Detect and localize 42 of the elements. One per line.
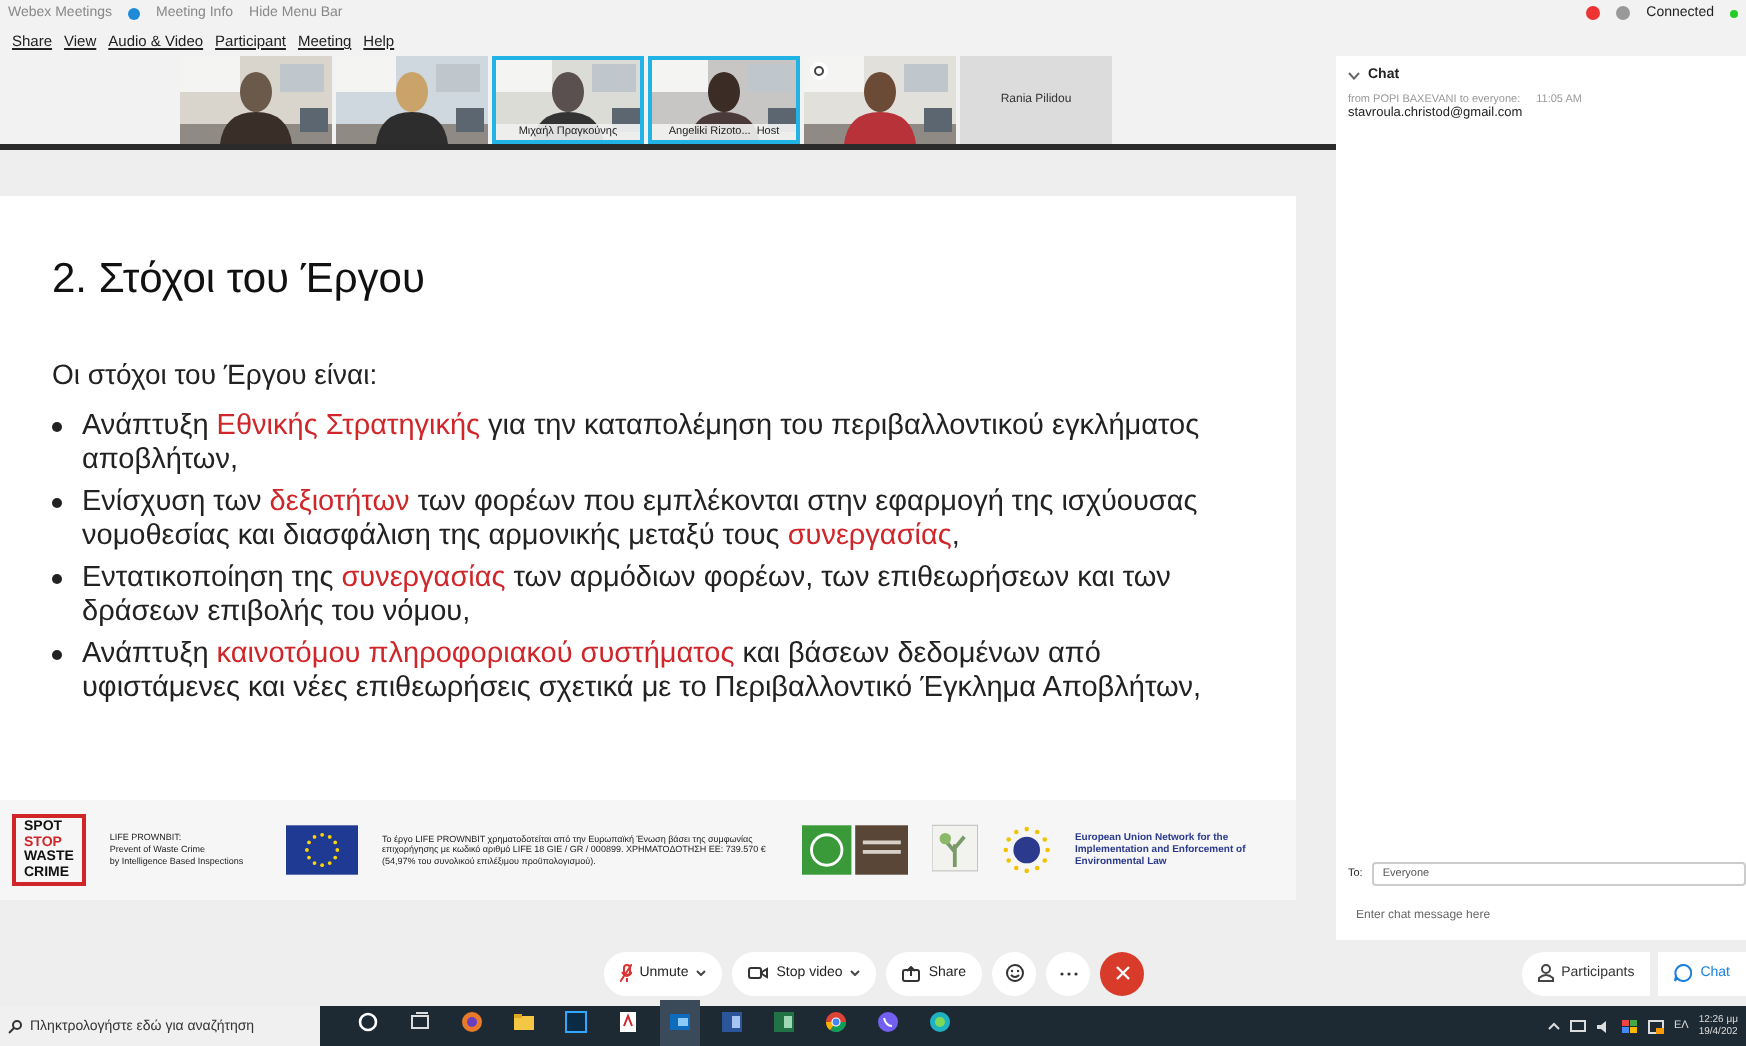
- folder-icon[interactable]: [512, 1010, 536, 1034]
- browser-icon[interactable]: [824, 1010, 848, 1034]
- speaker-icon[interactable]: [1595, 1019, 1612, 1033]
- camera-icon: [748, 966, 769, 980]
- bullet-text: Ανάπτυξη καινοτόμου πληροφοριακού συστήματος και βάσεων δεδομένων από υφιστάμενες και νέες επιθεωρήσεις σχετικά με το Περιβαλλοντικό Έγκλημα Αποβλήτων,: [82, 638, 1204, 706]
- phone-icon[interactable]: [876, 1010, 900, 1034]
- task-view-icon[interactable]: [408, 1010, 432, 1034]
- tree-logo-icon: [931, 824, 978, 876]
- spreadsheet-icon[interactable]: [772, 1010, 796, 1034]
- network-icon[interactable]: [1569, 1019, 1586, 1033]
- document-icon[interactable]: [720, 1010, 744, 1034]
- chat-icon: [1674, 964, 1693, 982]
- mail-icon[interactable]: [668, 1010, 692, 1034]
- flag-icon: [285, 824, 359, 876]
- bullet-icon: [52, 650, 62, 660]
- tray-app-icon[interactable]: [1647, 1019, 1664, 1033]
- record-icon: [1586, 6, 1601, 20]
- chevron-icon[interactable]: [1348, 71, 1360, 79]
- close-icon: [1115, 966, 1129, 980]
- square-icon[interactable]: [564, 1010, 588, 1034]
- muted-microphone-icon: [619, 964, 632, 982]
- person-icon: [1537, 964, 1554, 982]
- browser-icon[interactable]: [460, 1010, 484, 1034]
- share-icon: [902, 965, 921, 981]
- logo-drawing: [801, 824, 908, 876]
- tray-app-icon[interactable]: [1621, 1019, 1638, 1033]
- network-logo-icon: [1001, 824, 1051, 876]
- document-icon[interactable]: [616, 1010, 640, 1034]
- bullet-icon: [52, 498, 62, 508]
- info-icon: [128, 7, 141, 19]
- bullet-icon: [52, 422, 62, 432]
- leave-button[interactable]: [1100, 951, 1144, 995]
- app-icon[interactable]: [928, 1010, 952, 1034]
- reactions-button[interactable]: [992, 951, 1036, 995]
- search-icon: [8, 1019, 22, 1033]
- slide-title: 2. Στόχοι του Έργου: [52, 256, 427, 304]
- smiley-icon: [1005, 964, 1023, 982]
- slide-text: Οι στόχοι του Έργου είναι:: [52, 358, 380, 390]
- bullet-icon: [52, 574, 62, 584]
- circle-icon[interactable]: [356, 1010, 380, 1034]
- status-icon: [1616, 6, 1631, 20]
- connected-dot-icon: [1730, 9, 1738, 17]
